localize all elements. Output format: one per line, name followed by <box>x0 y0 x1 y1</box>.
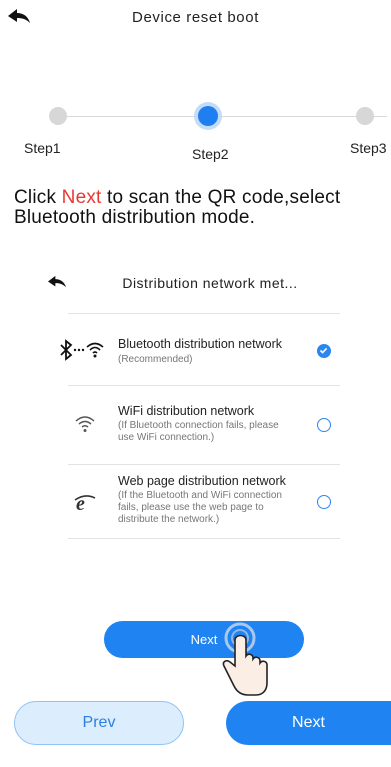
bluetooth-wifi-icon <box>58 339 118 361</box>
divider <box>68 464 340 465</box>
divider <box>68 385 340 386</box>
instruction-text: Click Next to scan the QR code,select Bl… <box>14 188 389 228</box>
option2-desc: (If Bluetooth connection fails, please u… <box>118 420 279 443</box>
option2-title: WiFi distribution network <box>118 404 255 418</box>
divider <box>68 538 340 539</box>
tap-hand-icon <box>212 618 272 702</box>
step2-dot <box>198 106 218 126</box>
option3-title: Web page distribution network <box>118 474 286 488</box>
option3-desc: (If the Bluetooth and WiFi connection fa… <box>118 490 282 525</box>
page-title: Device reset boot <box>132 9 259 26</box>
stepper-track <box>57 116 387 117</box>
prev-label: Prev <box>82 714 116 731</box>
instruction-prefix: Click <box>14 187 62 208</box>
step2-label: Step2 <box>192 146 229 162</box>
option1-desc: (Recommended) <box>118 354 193 365</box>
instruction-highlight: Next <box>61 187 102 208</box>
next-label: Next <box>292 714 325 731</box>
step1-label: Step1 <box>24 140 61 156</box>
option1-radio-checked <box>317 344 331 358</box>
step3-label: Step3 <box>350 140 387 156</box>
illustration-back-icon <box>46 275 68 293</box>
illustration-next-button: Next <box>104 621 304 658</box>
divider <box>68 313 340 314</box>
illustration-title: Distribution network met... <box>122 275 298 291</box>
browser-icon: e <box>74 492 96 515</box>
option1-title: Bluetooth distribution network <box>118 337 282 351</box>
option3-radio <box>317 495 331 509</box>
wifi-icon <box>74 414 96 434</box>
step1-dot <box>49 107 67 125</box>
prev-button[interactable]: Prev <box>14 701 184 745</box>
option2-radio <box>317 418 331 432</box>
next-button[interactable]: Next <box>226 701 391 745</box>
step3-dot <box>356 107 374 125</box>
